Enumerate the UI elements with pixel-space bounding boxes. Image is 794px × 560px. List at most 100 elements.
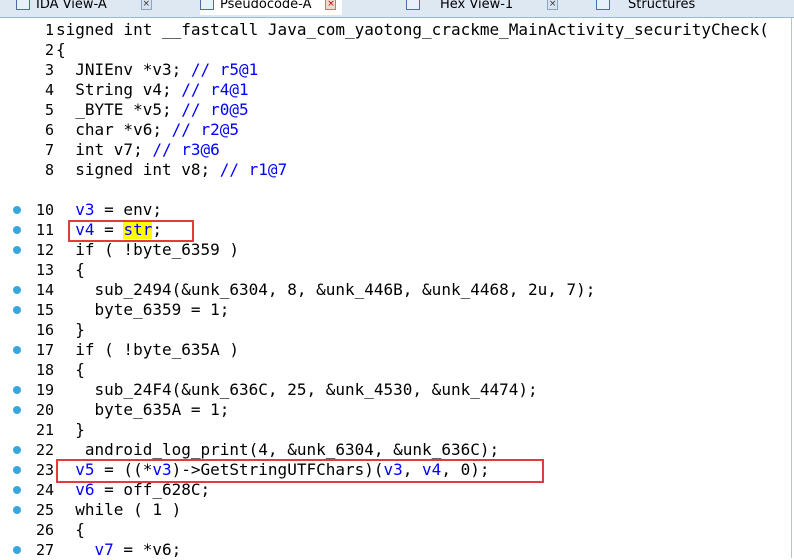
code-text: = env;: [94, 200, 162, 219]
gutter-line: 21: [0, 420, 56, 440]
line-number: 21: [35, 421, 54, 439]
gutter-line: 5: [0, 100, 56, 120]
breakpoint-dot-icon[interactable]: [13, 246, 21, 254]
line-number: 11: [35, 221, 54, 239]
breakpoint-dot-icon[interactable]: [13, 506, 21, 514]
code-line-25[interactable]: while ( 1 ): [56, 500, 794, 520]
breakpoint-dot-icon[interactable]: [13, 546, 21, 554]
tab-hex-view-1[interactable]: Hex View-1 ×: [406, 0, 559, 15]
ida-view-icon: [16, 0, 30, 10]
code-line-24[interactable]: v6 = off_628C;: [56, 480, 794, 500]
gutter-line: 3: [0, 60, 56, 80]
breakpoint-dot-icon[interactable]: [13, 226, 21, 234]
gutter-line: 11: [0, 220, 56, 240]
close-icon[interactable]: ×: [325, 0, 337, 10]
code-line-12[interactable]: if ( !byte_6359 ): [56, 240, 794, 260]
breakpoint-dot-icon[interactable]: [13, 346, 21, 354]
line-number: 18: [35, 361, 54, 379]
gutter-line: 12: [0, 240, 56, 260]
code-line-27[interactable]: v7 = *v6;: [56, 540, 794, 560]
code-line-13[interactable]: {: [56, 260, 794, 280]
code-text: int v7;: [56, 140, 153, 159]
code-line-26[interactable]: {: [56, 520, 794, 540]
breakpoint-dot-icon[interactable]: [13, 206, 21, 214]
code-comment: // r4@1: [181, 80, 249, 99]
code-text: android_log_print(4, &unk_6304, &unk_636…: [56, 440, 500, 459]
line-number: 8: [44, 161, 54, 179]
code-line-17[interactable]: if ( !byte_635A ): [56, 340, 794, 360]
pseudocode-editor[interactable]: 1 signed int __fastcall Java_com_yaotong…: [0, 18, 794, 560]
tab-label: Pseudocode-A: [220, 0, 312, 12]
code-line-4[interactable]: String v4; // r4@1: [56, 80, 794, 100]
gutter-line: 18: [0, 360, 56, 380]
code-text: }: [56, 420, 85, 439]
line-number: 4: [44, 81, 54, 99]
breakpoint-dot-icon[interactable]: [13, 486, 21, 494]
gutter-line: 24: [0, 480, 56, 500]
gutter-line: 10: [0, 200, 56, 220]
gutter-line: 16: [0, 320, 56, 340]
code-line-7[interactable]: int v7; // r3@6: [56, 140, 794, 160]
gutter-line: 2: [0, 40, 56, 60]
code-line-18[interactable]: {: [56, 360, 794, 380]
gutter-line: 1: [0, 20, 56, 40]
line-number: 1: [44, 21, 54, 39]
gutter-line: 15: [0, 300, 56, 320]
gutter-line: 22: [0, 440, 56, 460]
line-number: 16: [35, 321, 54, 339]
annotation-box-line-23: [56, 459, 544, 483]
code-text: sub_2494(&unk_6304, 8, &unk_446B, &unk_4…: [56, 280, 596, 299]
close-icon[interactable]: ×: [140, 0, 152, 10]
code-line-14[interactable]: sub_2494(&unk_6304, 8, &unk_446B, &unk_4…: [56, 280, 794, 300]
code-comment: // r3@6: [152, 140, 220, 159]
breakpoint-dot-icon[interactable]: [13, 406, 21, 414]
code-text: byte_635A = 1;: [56, 400, 230, 419]
code-line-22[interactable]: android_log_print(4, &unk_6304, &unk_636…: [56, 440, 794, 460]
line-number: 20: [35, 401, 54, 419]
code-line-5[interactable]: _BYTE *v5; // r0@5: [56, 100, 794, 120]
code-line-15[interactable]: byte_6359 = 1;: [56, 300, 794, 320]
annotation-box-line-11: [68, 220, 194, 242]
gutter-line: 8: [0, 160, 56, 180]
close-icon[interactable]: ×: [547, 0, 559, 10]
code-line-8[interactable]: signed int v8; // r1@7: [56, 160, 794, 180]
code-text: {: [56, 520, 85, 539]
code-variable: v3: [75, 200, 95, 219]
code-comment: // r2@5: [171, 120, 240, 139]
breakpoint-dot-icon[interactable]: [13, 286, 21, 294]
code-line-1[interactable]: signed int __fastcall Java_com_yaotong_c…: [56, 20, 794, 40]
tab-ida-view-a[interactable]: IDA View-A ×: [16, 0, 152, 15]
line-number: 10: [35, 201, 54, 219]
breakpoint-dot-icon[interactable]: [13, 466, 21, 474]
tab-pseudocode-a[interactable]: Pseudocode-A ×: [200, 0, 343, 15]
code-line-19[interactable]: sub_24F4(&unk_636C, 25, &unk_4530, &unk_…: [56, 380, 794, 400]
structures-icon: [596, 0, 610, 10]
code-line-6[interactable]: char *v6; // r2@5: [56, 120, 794, 140]
tab-structures[interactable]: Structures: [596, 0, 695, 15]
code-text: signed int __fastcall Java_com_yaotong_c…: [56, 20, 769, 39]
code-text: {: [56, 360, 85, 379]
gutter-line: 13: [0, 260, 56, 280]
code-line-2[interactable]: {: [56, 40, 794, 60]
breakpoint-dot-icon[interactable]: [13, 306, 21, 314]
code-variable: v7: [94, 540, 114, 559]
breakpoint-dot-icon[interactable]: [13, 386, 21, 394]
code-line-3[interactable]: JNIEnv *v3; // r5@1: [56, 60, 794, 80]
pseudocode-icon: [200, 0, 214, 10]
gutter-line: 14: [0, 280, 56, 300]
code-line-16[interactable]: }: [56, 320, 794, 340]
gutter-line: 25: [0, 500, 56, 520]
tab-label: Hex View-1: [440, 0, 514, 12]
line-number: 3: [44, 61, 54, 79]
line-number: 14: [35, 281, 54, 299]
tab-label: IDA View-A: [36, 0, 107, 12]
breakpoint-dot-icon[interactable]: [13, 446, 21, 454]
line-number: 2: [44, 41, 54, 59]
code-text: sub_24F4(&unk_636C, 25, &unk_4530, &unk_…: [56, 380, 538, 399]
code-line-21[interactable]: }: [56, 420, 794, 440]
gutter-line: 17: [0, 340, 56, 360]
code-line-20[interactable]: byte_635A = 1;: [56, 400, 794, 420]
code-line-10[interactable]: v3 = env;: [56, 200, 794, 220]
code-text: _BYTE *v5;: [56, 100, 182, 119]
tab-label: Structures: [628, 0, 696, 12]
